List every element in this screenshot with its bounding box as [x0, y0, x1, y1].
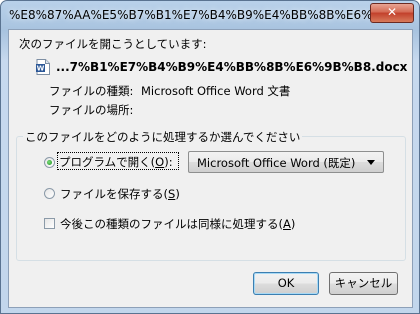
intro-text: 次のファイルを開こうとしています: [19, 37, 207, 51]
dialog-body: 次のファイルを開こうとしています: W ...7%B1%E7%B4%B9%E4%… [8, 29, 413, 308]
cancel-button[interactable]: キャンセル [329, 272, 398, 295]
open-with-label[interactable]: プログラムで開く(O): [59, 154, 173, 170]
file-type-label: ファイルの種類: [49, 84, 134, 98]
close-icon: ✕ [386, 5, 398, 19]
svg-text:W: W [37, 65, 45, 73]
chevron-down-icon [367, 160, 375, 165]
file-location-label: ファイルの場所: [49, 103, 134, 117]
title-bar[interactable]: %E8%87%AA%E5%B7%B1%E7%B4%B9%E4%BB%8B%E6%… [1, 1, 419, 31]
always-do-this-checkbox[interactable] [44, 218, 55, 229]
save-file-label[interactable]: ファイルを保存する(S) [60, 186, 180, 202]
ok-button[interactable]: OK [253, 272, 319, 295]
window-title: %E8%87%AA%E5%B7%B1%E7%B4%B9%E4%BB%8B%E6%… [9, 8, 392, 22]
program-select[interactable]: Microsoft Office Word (既定) [188, 151, 384, 173]
open-with-radio[interactable] [44, 157, 55, 168]
file-name: ...7%B1%E7%B4%B9%E4%BB%8B%E6%9B%B8.docx [56, 60, 408, 74]
save-file-radio[interactable] [44, 188, 55, 199]
action-question: このファイルをどのように処理するか選んでください [23, 129, 303, 145]
close-button[interactable]: ✕ [370, 3, 414, 23]
file-type-value: Microsoft Office Word 文書 [141, 84, 291, 98]
always-do-this-label[interactable]: 今後この種類のファイルは同様に処理する(A) [60, 216, 295, 232]
program-select-value: Microsoft Office Word (既定) [197, 156, 356, 170]
word-document-icon: W [36, 59, 50, 75]
download-dialog-window: %E8%87%AA%E5%B7%B1%E7%B4%B9%E4%BB%8B%E6%… [0, 0, 420, 314]
